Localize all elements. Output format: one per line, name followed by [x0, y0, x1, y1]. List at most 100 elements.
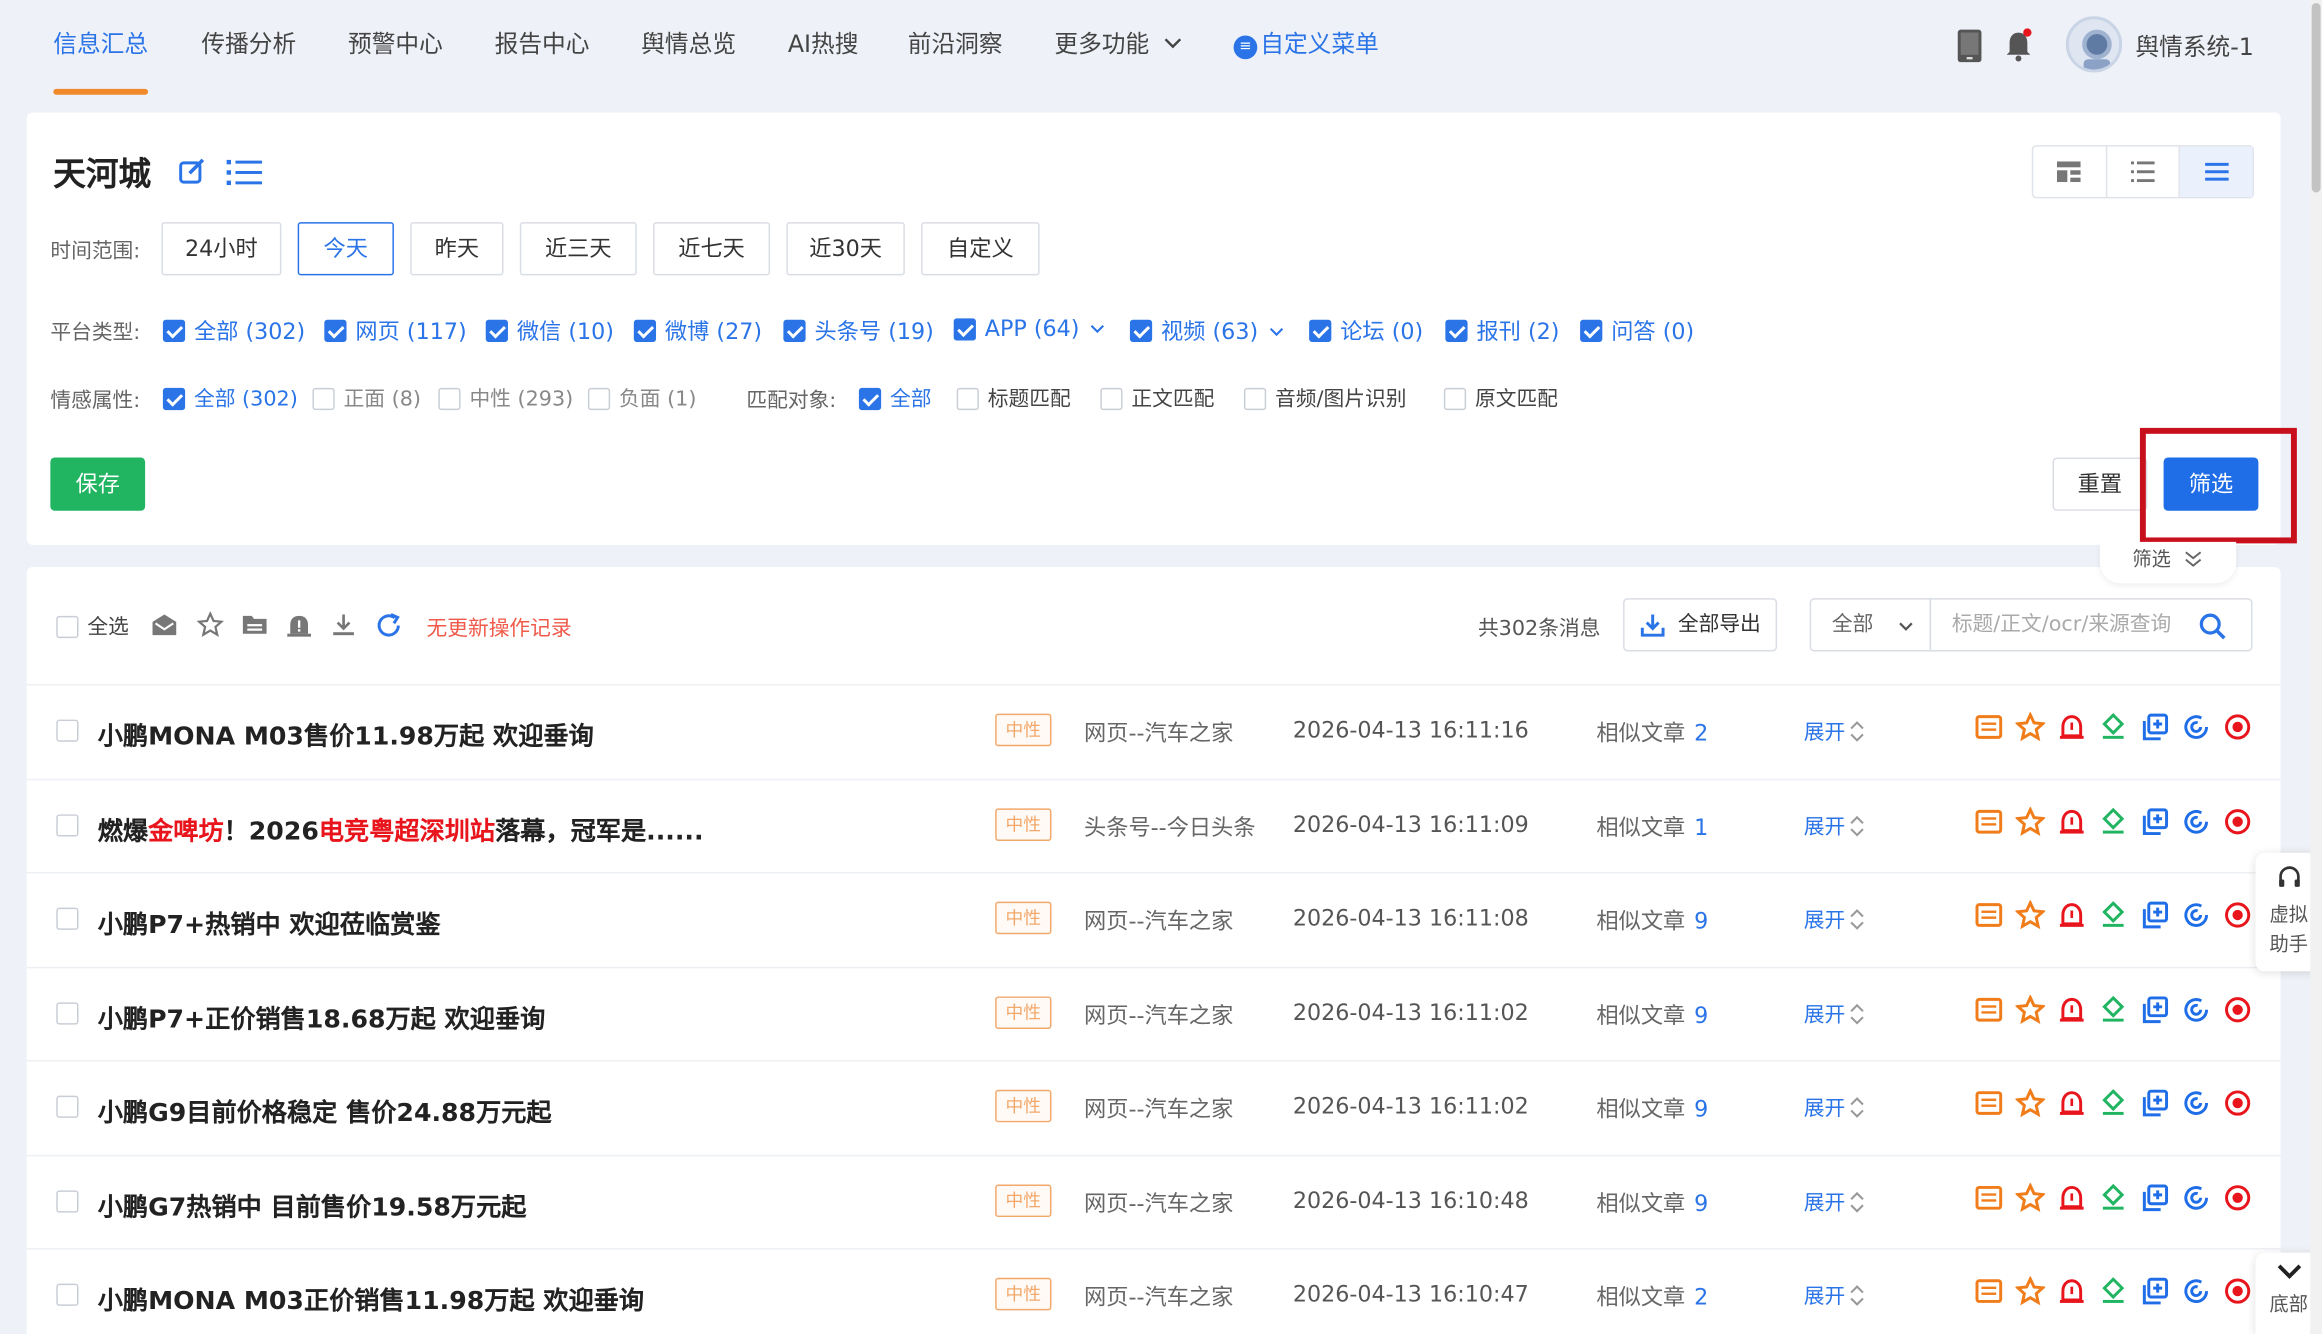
- article-source[interactable]: 网页--汽车之家: [1084, 1281, 1233, 1312]
- target-icon[interactable]: [2221, 1181, 2254, 1214]
- warning-bell-icon[interactable]: [2055, 711, 2088, 744]
- target-icon[interactable]: [2221, 899, 2254, 932]
- note-icon[interactable]: [1973, 805, 2006, 838]
- favorite-star-icon[interactable]: [2014, 805, 2047, 838]
- table-row[interactable]: 小鹏G7热销中 目前售价19.58万元起 中性 网页--汽车之家 2026-04-13…: [26, 1154, 2281, 1247]
- warning-bell-icon[interactable]: [2055, 1181, 2088, 1214]
- platform-wechat-checkbox[interactable]: 微信 (10): [485, 315, 614, 346]
- expand-button[interactable]: 展开: [1804, 717, 1866, 747]
- upload-report-icon[interactable]: [2097, 805, 2130, 838]
- article-title-link[interactable]: 燃爆金啤坊！2026电竞粤超深圳站落幕，冠军是......: [98, 809, 704, 847]
- article-title-link[interactable]: 小鹏P7+正价销售18.68万起 欢迎垂询: [98, 997, 546, 1035]
- scrollbar-thumb[interactable]: [2311, 2, 2321, 193]
- similar-articles[interactable]: 相似文章 9: [1596, 1093, 1708, 1124]
- note-icon[interactable]: [1973, 993, 2006, 1026]
- favorite-star-icon[interactable]: [2014, 993, 2047, 1026]
- user-name[interactable]: 舆情系统-1: [2135, 27, 2253, 63]
- search-icon[interactable]: [2198, 611, 2228, 641]
- expand-button[interactable]: 展开: [1804, 905, 1866, 935]
- expand-button[interactable]: 展开: [1804, 1093, 1866, 1123]
- target-icon[interactable]: [2221, 1275, 2254, 1308]
- upload-report-icon[interactable]: [2097, 899, 2130, 932]
- similar-articles[interactable]: 相似文章 9: [1596, 1187, 1708, 1218]
- note-icon[interactable]: [1973, 1275, 2006, 1308]
- article-source[interactable]: 头条号--今日头条: [1084, 811, 1256, 842]
- platform-all-checkbox[interactable]: 全部 (302): [162, 315, 305, 346]
- row-checkbox[interactable]: [56, 1095, 79, 1118]
- copy-add-icon[interactable]: [2138, 1087, 2171, 1120]
- article-source[interactable]: 网页--汽车之家: [1084, 905, 1233, 936]
- trace-icon[interactable]: [2180, 1275, 2213, 1308]
- row-checkbox[interactable]: [56, 719, 79, 742]
- platform-newspaper-checkbox[interactable]: 报刊 (2): [1445, 315, 1559, 346]
- trace-icon[interactable]: [2180, 1087, 2213, 1120]
- time-30days-button[interactable]: 近30天: [786, 222, 905, 276]
- table-row[interactable]: 小鹏G9目前价格稳定 售价24.88万元起 中性 网页--汽车之家 2026-04-1…: [26, 1060, 2281, 1153]
- match-body-checkbox[interactable]: 正文匹配: [1100, 383, 1214, 413]
- table-row[interactable]: 小鹏MONA M03售价11.98万起 欢迎垂询 中性 网页--汽车之家 2026-0…: [26, 684, 2281, 777]
- copy-add-icon[interactable]: [2138, 1181, 2171, 1214]
- tab-propagation-analysis[interactable]: 传播分析: [201, 27, 296, 95]
- tab-ai-hot-search[interactable]: AI热搜: [788, 27, 859, 95]
- expand-button[interactable]: 展开: [1804, 1187, 1866, 1217]
- target-icon[interactable]: [2221, 993, 2254, 1026]
- warning-bell-icon[interactable]: [2055, 1087, 2088, 1120]
- platform-forum-checkbox[interactable]: 论坛 (0): [1309, 315, 1423, 346]
- article-source[interactable]: 网页--汽车之家: [1084, 717, 1233, 748]
- match-original-checkbox[interactable]: 原文匹配: [1443, 383, 1558, 413]
- expand-button[interactable]: 展开: [1804, 811, 1866, 841]
- copy-add-icon[interactable]: [2138, 993, 2171, 1026]
- platform-video-checkbox[interactable]: 视频 (63): [1129, 315, 1285, 346]
- target-icon[interactable]: [2221, 711, 2254, 744]
- article-source[interactable]: 网页--汽车之家: [1084, 999, 1233, 1030]
- bell-icon[interactable]: [2004, 28, 2034, 64]
- favorite-star-icon[interactable]: [2014, 1087, 2047, 1120]
- copy-add-icon[interactable]: [2138, 711, 2171, 744]
- warning-bell-icon[interactable]: [2055, 993, 2088, 1026]
- folder-icon[interactable]: [241, 611, 268, 638]
- row-checkbox[interactable]: [56, 1283, 79, 1306]
- platform-web-checkbox[interactable]: 网页 (117): [324, 315, 467, 346]
- save-button[interactable]: 保存: [50, 457, 146, 511]
- reset-button[interactable]: 重置: [2052, 457, 2148, 511]
- upload-report-icon[interactable]: [2097, 1275, 2130, 1308]
- upload-report-icon[interactable]: [2097, 1087, 2130, 1120]
- edit-icon[interactable]: [177, 157, 207, 187]
- favorite-star-icon[interactable]: [2014, 899, 2047, 932]
- warning-bell-icon[interactable]: [2055, 899, 2088, 932]
- platform-weibo-checkbox[interactable]: 微博 (27): [633, 315, 762, 346]
- platform-qa-checkbox[interactable]: 问答 (0): [1580, 315, 1694, 346]
- note-icon[interactable]: [1973, 1181, 2006, 1214]
- favorite-star-icon[interactable]: [2014, 1275, 2047, 1308]
- sentiment-neutral-checkbox[interactable]: 中性 (293): [438, 383, 573, 413]
- row-checkbox[interactable]: [56, 1189, 79, 1212]
- copy-add-icon[interactable]: [2138, 1275, 2171, 1308]
- time-24h-button[interactable]: 24小时: [161, 222, 282, 276]
- article-title-link[interactable]: 小鹏P7+热销中 欢迎莅临赏鉴: [98, 903, 441, 941]
- warning-bell-icon[interactable]: [2055, 805, 2088, 838]
- match-title-checkbox[interactable]: 标题匹配: [956, 383, 1071, 413]
- article-title-link[interactable]: 小鹏MONA M03售价11.98万起 欢迎垂询: [98, 715, 594, 753]
- chevron-down-icon[interactable]: [1267, 322, 1285, 340]
- similar-articles[interactable]: 相似文章 2: [1596, 1281, 1708, 1312]
- warning-bell-icon[interactable]: [2055, 1275, 2088, 1308]
- similar-articles[interactable]: 相似文章 1: [1596, 811, 1708, 842]
- target-icon[interactable]: [2221, 805, 2254, 838]
- copy-add-icon[interactable]: [2138, 805, 2171, 838]
- article-title-link[interactable]: 小鹏G7热销中 目前售价19.58万元起: [98, 1185, 527, 1223]
- table-row[interactable]: 燃爆金啤坊！2026电竞粤超深圳站落幕，冠军是...... 中性 头条号--今日头条…: [26, 778, 2281, 871]
- platform-toutiao-checkbox[interactable]: 头条号 (19): [783, 315, 934, 346]
- table-row[interactable]: 小鹏P7+正价销售18.68万起 欢迎垂询 中性 网页--汽车之家 2026-04-1…: [26, 966, 2281, 1059]
- search-input[interactable]: [1951, 612, 2189, 637]
- expand-button[interactable]: 展开: [1804, 1281, 1866, 1311]
- time-7days-button[interactable]: 近七天: [653, 222, 771, 276]
- search-scope-select[interactable]: 全部: [1809, 598, 1932, 652]
- favorite-star-icon[interactable]: [2014, 711, 2047, 744]
- trace-icon[interactable]: [2180, 993, 2213, 1026]
- sentiment-all-checkbox[interactable]: 全部 (302): [162, 383, 298, 413]
- time-3days-button[interactable]: 近三天: [519, 222, 637, 276]
- target-icon[interactable]: [2221, 1087, 2254, 1120]
- table-row[interactable]: 小鹏MONA M03正价销售11.98万起 欢迎垂询 中性 网页--汽车之家 2026…: [26, 1248, 2281, 1334]
- row-checkbox[interactable]: [56, 813, 79, 836]
- tab-info-summary[interactable]: 信息汇总: [53, 27, 149, 95]
